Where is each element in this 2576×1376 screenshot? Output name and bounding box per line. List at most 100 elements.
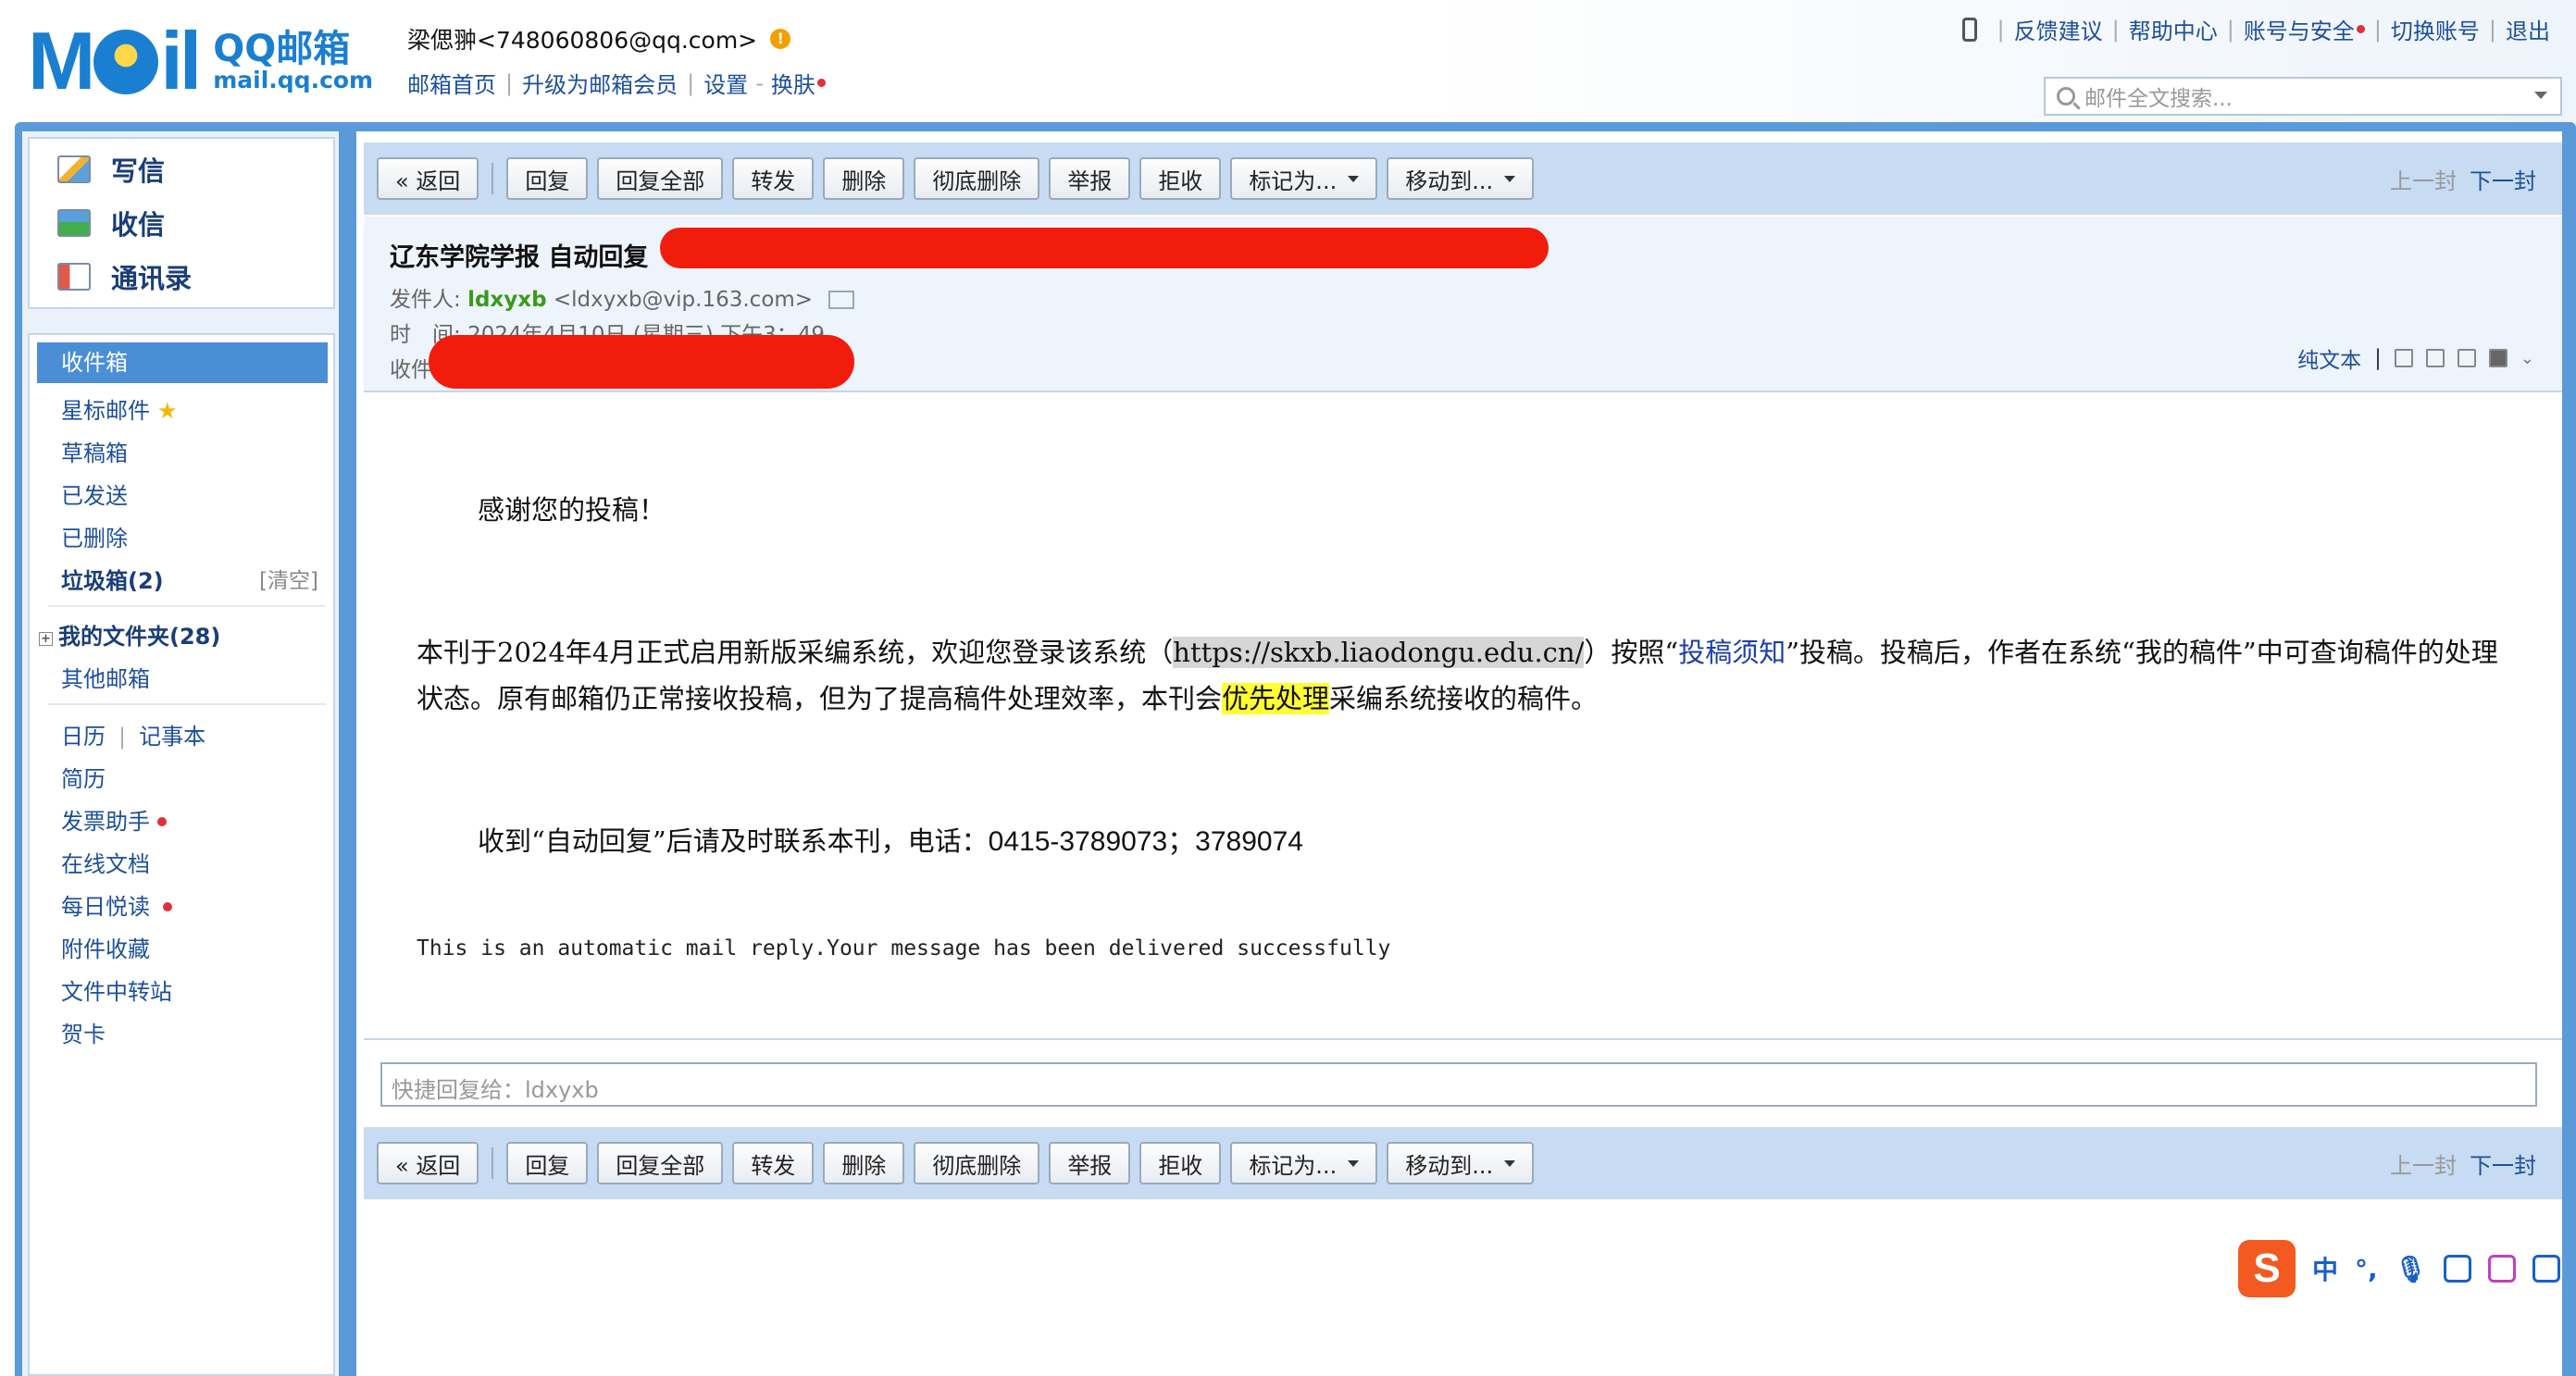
receive-button[interactable]: 收信 [57,204,165,242]
link-help[interactable]: 帮助中心 [2129,13,2218,45]
download-icon[interactable] [2457,349,2476,367]
tool-daily-reading[interactable]: 每日悦读 [61,888,172,921]
link-change-skin[interactable]: 换肤 [771,67,815,99]
tool-invoice[interactable]: 发票助手 [61,803,167,836]
reply-button[interactable]: 回复 [506,157,589,200]
keyboard-icon[interactable] [2444,1255,2472,1283]
contacts-button[interactable]: 通讯录 [57,257,192,296]
receive-label: 收信 [111,209,166,241]
report-button[interactable]: 举报 [1049,157,1131,200]
link-upgrade-vip[interactable]: 升级为邮箱会员 [522,67,678,99]
compose-label: 写信 [111,155,166,187]
mark-as-dropdown[interactable]: 标记为... [1230,157,1378,200]
tool-notes[interactable]: 记事本 [139,724,205,750]
link-account-security[interactable]: 账号与安全 [2244,13,2355,45]
mail-auto-reply-note: This is an automatic mail reply.Your mes… [417,936,1391,961]
print-icon[interactable] [2488,349,2508,367]
tool-attachments[interactable]: 附件收藏 [61,931,150,963]
folder-sent[interactable]: 已发送 [61,477,128,510]
prev-mail-link[interactable]: 上一封 [2390,1147,2457,1180]
folder-drafts[interactable]: 草稿箱 [61,435,128,467]
folder-starred[interactable]: 星标邮件 ★ [61,392,178,425]
search-input[interactable]: 邮件全文搜索... [2044,77,2562,116]
notification-dot [157,817,167,826]
folder-other-mailbox[interactable]: 其他邮箱 [61,661,150,693]
back-button[interactable]: « 返回 [377,157,479,200]
mark-as-dropdown[interactable]: 标记为... [1230,1142,1378,1184]
note-icon[interactable] [2425,349,2445,367]
next-mail-link[interactable]: 下一封 [2470,1147,2536,1180]
delete-button[interactable]: 删除 [823,1142,905,1184]
ime-toolbar: S 中 °, 🎙 [2238,1240,2561,1297]
search-placeholder: 邮件全文搜索... [2084,87,2233,111]
expand-icon[interactable]: + [39,632,53,646]
tool-resume[interactable]: 简历 [61,761,106,793]
forward-button[interactable]: 转发 [732,157,815,200]
top-bar: Mil QQ邮箱 mail.qq.com 梁偲翀<748060806@qq.co… [0,0,2576,125]
move-to-dropdown[interactable]: 移动到... [1387,1142,1535,1184]
tool-calendar[interactable]: 日历 [61,724,106,750]
tool-online-docs[interactable]: 在线文档 [61,846,150,878]
ime-punctuation-toggle[interactable]: °, [2355,1254,2378,1284]
clear-junk-link[interactable]: [清空] [259,563,318,594]
phone-numbers: 0415-3789073；3789074 [988,826,1303,857]
link-logout[interactable]: 退出 [2506,13,2550,45]
gamepad-icon[interactable] [2532,1255,2561,1283]
folder-list: 收件箱 星标邮件 ★ 草稿箱 已发送 已删除 垃圾箱(2) [清空] + 我的文件夹… [28,333,335,1376]
tool-greeting-cards[interactable]: 贺卡 [61,1016,106,1048]
next-mail-link[interactable]: 下一封 [2470,163,2536,195]
toolbar-bottom: « 返回 回复 回复全部 转发 删除 彻底删除 举报 拒收 标记为... 移动到… [364,1127,2562,1199]
reject-button[interactable]: 拒收 [1139,1142,1222,1184]
contacts-label: 通讯录 [111,263,193,294]
folder-deleted[interactable]: 已删除 [61,520,128,552]
link-feedback[interactable]: 反馈建议 [2014,13,2103,45]
delete-permanently-button[interactable]: 彻底删除 [914,1142,1040,1184]
tool-calendar-notes: 日历 | 记事本 [61,724,206,750]
new-window-icon[interactable] [2394,349,2413,367]
quick-reply-input[interactable]: 快捷回复给：ldxyxb [380,1062,2537,1107]
system-url: https://skxb.liaodongu.edu.cn/ [1173,637,1585,668]
sender-name[interactable]: ldxyxb [467,288,546,312]
link-settings[interactable]: 设置 [703,67,748,99]
prev-mail-link[interactable]: 上一封 [2390,163,2457,195]
tool-file-transfer[interactable]: 文件中转站 [61,973,172,1006]
chevron-down-icon[interactable]: ⌄ [2520,349,2534,368]
submission-guide-link[interactable]: 投稿须知 [1678,637,1786,668]
report-button[interactable]: 举报 [1049,1142,1131,1184]
link-switch-account[interactable]: 切换账号 [2391,13,2480,45]
back-button[interactable]: « 返回 [377,1142,479,1184]
reject-button[interactable]: 拒收 [1139,157,1222,200]
ime-language-toggle[interactable]: 中 [2312,1250,2338,1287]
folder-junk[interactable]: 垃圾箱(2) [61,563,164,595]
chevron-down-icon [1348,1159,1360,1167]
chevron-down-icon [1504,175,1516,182]
qq-mail-logo[interactable]: Mil QQ邮箱 mail.qq.com [28,20,373,102]
mobile-phone-icon[interactable] [1961,17,1977,42]
reply-button[interactable]: 回复 [506,1142,589,1184]
delete-permanently-button[interactable]: 彻底删除 [914,157,1040,200]
toolbar-top: « 返回 回复 回复全部 转发 删除 彻底删除 举报 拒收 标记为... 移动到… [364,143,2562,215]
move-to-dropdown[interactable]: 移动到... [1387,157,1535,200]
plain-text-link[interactable]: 纯文本 [2297,342,2361,374]
forward-button[interactable]: 转发 [732,1142,815,1184]
mail-greeting: 感谢您的投稿！ [478,494,666,526]
divider [48,605,326,607]
skin-icon[interactable] [2488,1255,2517,1283]
folder-inbox[interactable]: 收件箱 [37,342,328,383]
link-mail-home[interactable]: 邮箱首页 [407,67,496,99]
notification-dot [816,79,826,87]
reply-all-button[interactable]: 回复全部 [597,1142,724,1184]
contact-card-icon[interactable] [828,291,855,309]
warning-icon[interactable]: ! [770,29,791,49]
mail-contact-line: 收到“自动回复”后请及时联系本刊，电话：0415-3789073；3789074 [478,825,1303,857]
chevron-down-icon[interactable] [2534,92,2547,99]
sogou-ime-icon[interactable]: S [2238,1240,2296,1297]
reply-all-button[interactable]: 回复全部 [597,157,724,200]
compose-button[interactable]: 写信 [57,150,165,189]
logo-url: mail.qq.com [213,66,374,93]
star-icon: ★ [157,398,178,424]
user-block: 梁偲翀<748060806@qq.com> ! 邮箱首页 | 升级为邮箱会员 |… [407,22,826,99]
microphone-icon[interactable]: 🎙 [2395,1254,2428,1284]
delete-button[interactable]: 删除 [823,157,905,200]
folder-my-folders[interactable]: + 我的文件夹(28) [39,618,220,651]
